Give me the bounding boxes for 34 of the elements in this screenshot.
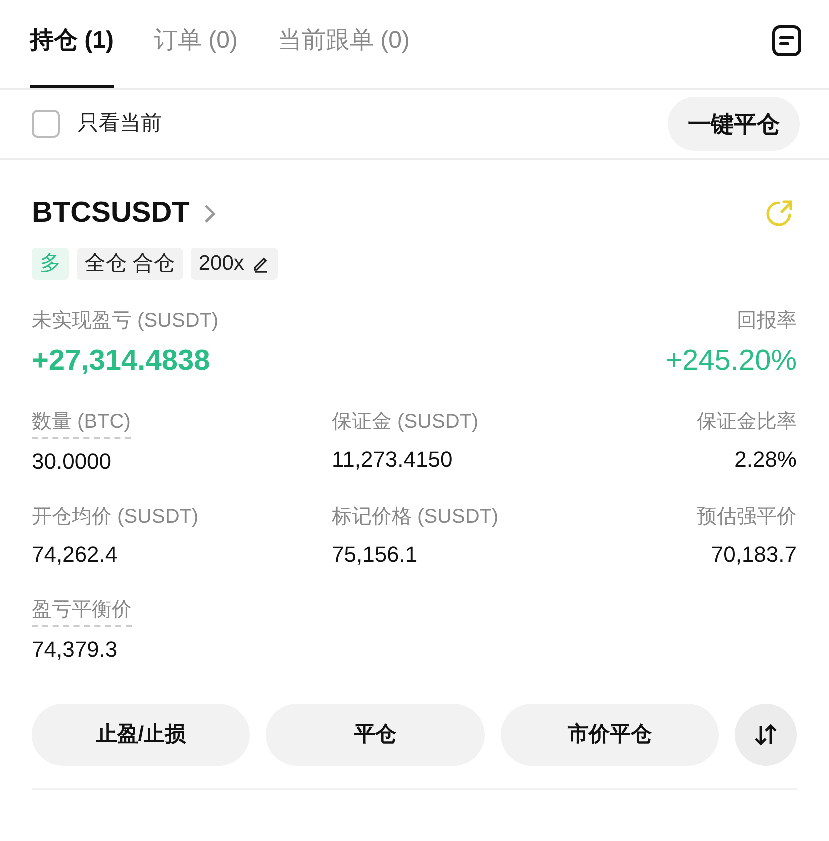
- filter-label: 只看当前: [78, 111, 162, 138]
- field-label: 盈亏平衡价: [32, 595, 132, 627]
- tab[interactable]: 当前跟单 (0): [278, 23, 410, 88]
- field-value: 74,262.4: [32, 541, 118, 569]
- document-icon[interactable]: [772, 25, 802, 57]
- field-label: 保证金 (SUSDT): [332, 410, 479, 435]
- field-label: 预估强平价: [697, 505, 797, 530]
- action-button[interactable]: 止盈/止损: [32, 704, 250, 766]
- field-value: 75,156.1: [332, 541, 418, 569]
- checkbox[interactable]: [32, 110, 60, 138]
- close-all-button[interactable]: 一键平仓: [668, 97, 800, 151]
- field-label: 开仓均价 (SUSDT): [32, 505, 199, 530]
- field-label: 标记价格 (SUSDT): [332, 505, 499, 530]
- field-value: 70,183.7: [711, 541, 797, 569]
- field-label: 数量 (BTC): [32, 407, 131, 439]
- field-label: 保证金比率: [697, 410, 797, 435]
- tab[interactable]: 订单 (0): [154, 23, 238, 88]
- action-button[interactable]: 市价平仓: [500, 704, 720, 766]
- chevron-right-icon[interactable]: [204, 204, 216, 224]
- action-button[interactable]: 平仓: [266, 704, 485, 766]
- position-tag: 多: [32, 248, 69, 280]
- field-value: 2.28%: [734, 446, 797, 474]
- tab[interactable]: 持仓 (1): [30, 23, 114, 88]
- swap-arrows-icon: [753, 722, 780, 748]
- position-tag: 全仓 合仓: [77, 248, 183, 280]
- symbol-name[interactable]: BTCSUSDT: [32, 192, 190, 236]
- roe-label: 回报率: [737, 308, 797, 334]
- roe-value: +245.20%: [666, 344, 797, 378]
- field-value: 30.0000: [32, 448, 112, 476]
- pnl-label: 未实现盈亏 (SUSDT): [32, 308, 219, 334]
- pnl-value: +27,314.4838: [32, 344, 212, 378]
- field-value: 74,379.3: [32, 636, 118, 664]
- field-value: 11,273.4150: [332, 446, 453, 474]
- position-tag[interactable]: 200x: [190, 248, 278, 280]
